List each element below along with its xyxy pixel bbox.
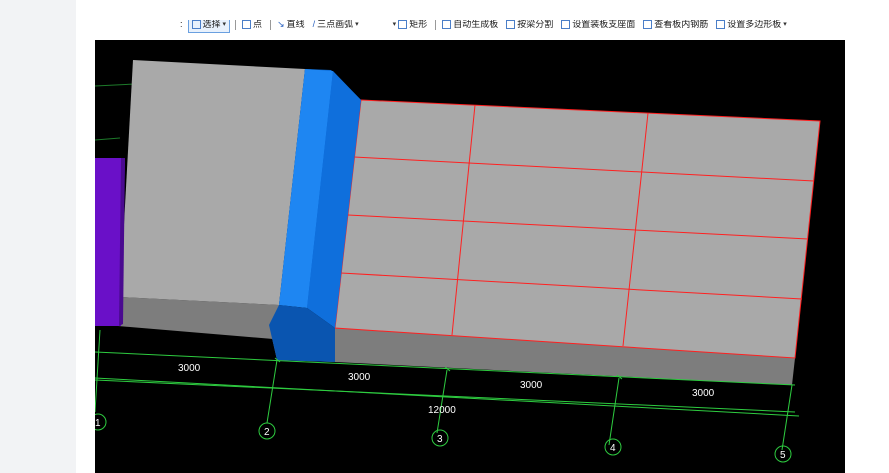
point-tool-button[interactable]: 点 — [239, 20, 265, 32]
split-by-beam-icon — [506, 20, 516, 29]
grid-axis-line — [95, 83, 136, 87]
left-slab[interactable] — [120, 60, 305, 305]
grid-axis-line — [95, 137, 121, 141]
arc-tool-button[interactable]: / 三点画弧 ▾ — [310, 20, 362, 32]
dimension-label: 3000 — [692, 388, 715, 399]
arc-icon: / — [312, 20, 316, 29]
overflow-dots: : — [180, 20, 183, 29]
select-tool-button[interactable]: 选择 ▾ — [187, 20, 231, 33]
split-by-beam-button[interactable]: 按梁分割 — [503, 20, 556, 32]
point-icon — [242, 20, 252, 29]
support-face-icon — [561, 20, 571, 29]
polygon-slab-icon — [716, 20, 726, 29]
axis-label: 5 — [780, 450, 786, 461]
line-icon: ↘ — [277, 20, 285, 29]
axis-label: 2 — [264, 427, 270, 438]
toolbar-divider — [435, 20, 437, 30]
auto-slab-icon — [442, 20, 452, 29]
rectangle-icon — [398, 20, 408, 29]
left-panel — [0, 0, 76, 473]
polygon-slab-button[interactable]: 设置多边形板 ▾ — [713, 20, 790, 32]
chevron-down-icon: ▾ — [222, 21, 227, 28]
view-rebar-button[interactable]: 查看板内钢筋 — [640, 20, 711, 32]
dimension-label: 3000 — [178, 363, 201, 374]
axis-label: 4 — [610, 443, 616, 454]
chevron-down-icon: ▾ — [783, 21, 787, 28]
chevron-down-icon: ▾ — [392, 21, 397, 28]
total-dimension-label: 12000 — [428, 405, 456, 416]
support-face-button[interactable]: 设置装板支座面 — [558, 20, 638, 32]
modeling-toolbar: : 选择 ▾ 点 ↘ 直线 / 三点画弧 ▾ ▾ 矩形 自动生成板 按梁分割 设… — [95, 20, 845, 39]
line-tool-button[interactable]: ↘ 直线 — [274, 20, 308, 32]
auto-slab-button[interactable]: 自动生成板 — [439, 20, 501, 32]
rectangle-tool-button[interactable]: ▾ 矩形 — [390, 20, 431, 32]
dimension-label: 3000 — [520, 380, 543, 391]
pointer-icon — [191, 20, 201, 29]
3d-model-viewport[interactable]: 1 2 3 4 5 3000 3000 3000 3000 12000 — [95, 40, 845, 473]
right-slab[interactable] — [335, 100, 820, 358]
chevron-down-icon: ▾ — [355, 21, 359, 28]
toolbar-divider — [270, 20, 272, 30]
toolbar-divider — [235, 20, 237, 30]
axis-label: 1 — [95, 418, 101, 429]
view-rebar-icon — [643, 20, 653, 29]
dimension-label: 3000 — [348, 372, 371, 383]
axis-label: 3 — [437, 434, 443, 445]
